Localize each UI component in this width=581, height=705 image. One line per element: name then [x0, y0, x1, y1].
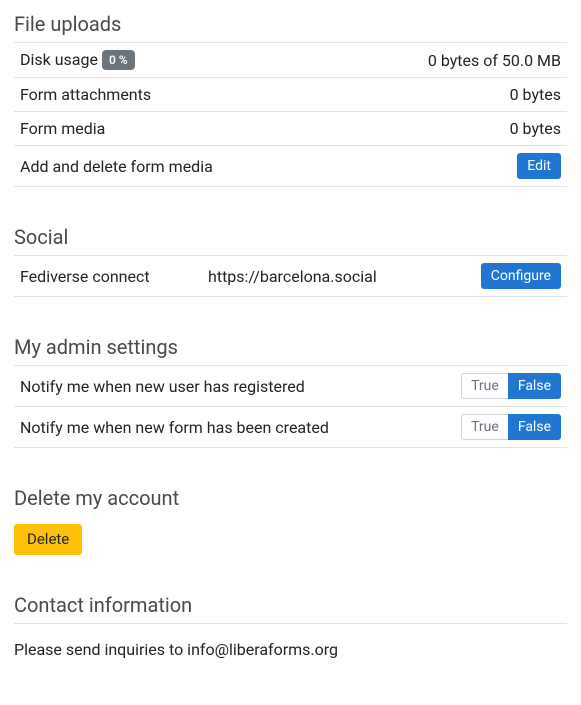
disk-usage-label: Disk usage	[20, 50, 98, 69]
contact-section: Contact information Please send inquirie…	[14, 591, 567, 659]
table-row: Form attachments 0 bytes	[14, 78, 567, 112]
fediverse-label: Fediverse connect	[14, 256, 202, 297]
fediverse-url: https://barcelona.social	[202, 256, 445, 297]
table-row: Add and delete form media Edit	[14, 146, 567, 187]
disk-usage-value: 0 bytes of 50.0 MB	[338, 43, 567, 78]
notify-new-user-label: Notify me when new user has registered	[14, 366, 424, 407]
configure-button[interactable]: Configure	[481, 263, 561, 289]
file-uploads-section: File uploads Disk usage 0 % 0 bytes of 5…	[14, 10, 567, 187]
form-media-value: 0 bytes	[338, 112, 567, 146]
table-row: Disk usage 0 % 0 bytes of 50.0 MB	[14, 43, 567, 78]
notify-new-form-label: Notify me when new form has been created	[14, 407, 424, 448]
notify-new-user-toggle: True False	[461, 373, 561, 399]
social-table: Fediverse connect https://barcelona.soci…	[14, 255, 567, 297]
table-row: Notify me when new form has been created…	[14, 407, 567, 448]
delete-button[interactable]: Delete	[14, 524, 82, 555]
edit-button[interactable]: Edit	[517, 153, 561, 179]
file-uploads-table: Disk usage 0 % 0 bytes of 50.0 MB Form a…	[14, 42, 567, 187]
table-row: Notify me when new user has registered T…	[14, 366, 567, 407]
table-row: Form media 0 bytes	[14, 112, 567, 146]
delete-account-section: Delete my account Delete	[14, 484, 567, 555]
admin-settings-section: My admin settings Notify me when new use…	[14, 333, 567, 448]
divider: Please send inquiries to info@liberaform…	[14, 623, 567, 659]
social-section: Social Fediverse connect https://barcelo…	[14, 223, 567, 297]
true-button[interactable]: True	[461, 373, 508, 399]
form-attachments-label: Form attachments	[14, 78, 338, 112]
false-button[interactable]: False	[508, 373, 561, 399]
admin-settings-title: My admin settings	[14, 333, 567, 359]
false-button[interactable]: False	[508, 414, 561, 440]
true-button[interactable]: True	[461, 414, 508, 440]
file-uploads-title: File uploads	[14, 10, 567, 36]
contact-text: Please send inquiries to info@liberaform…	[14, 636, 567, 659]
add-delete-media-label: Add and delete form media	[14, 146, 338, 187]
contact-title: Contact information	[14, 591, 567, 617]
delete-account-title: Delete my account	[14, 484, 567, 510]
form-attachments-value: 0 bytes	[338, 78, 567, 112]
disk-usage-badge: 0 %	[102, 50, 135, 70]
notify-new-form-toggle: True False	[461, 414, 561, 440]
table-row: Fediverse connect https://barcelona.soci…	[14, 256, 567, 297]
form-media-label: Form media	[14, 112, 338, 146]
admin-settings-table: Notify me when new user has registered T…	[14, 365, 567, 448]
social-title: Social	[14, 223, 567, 249]
